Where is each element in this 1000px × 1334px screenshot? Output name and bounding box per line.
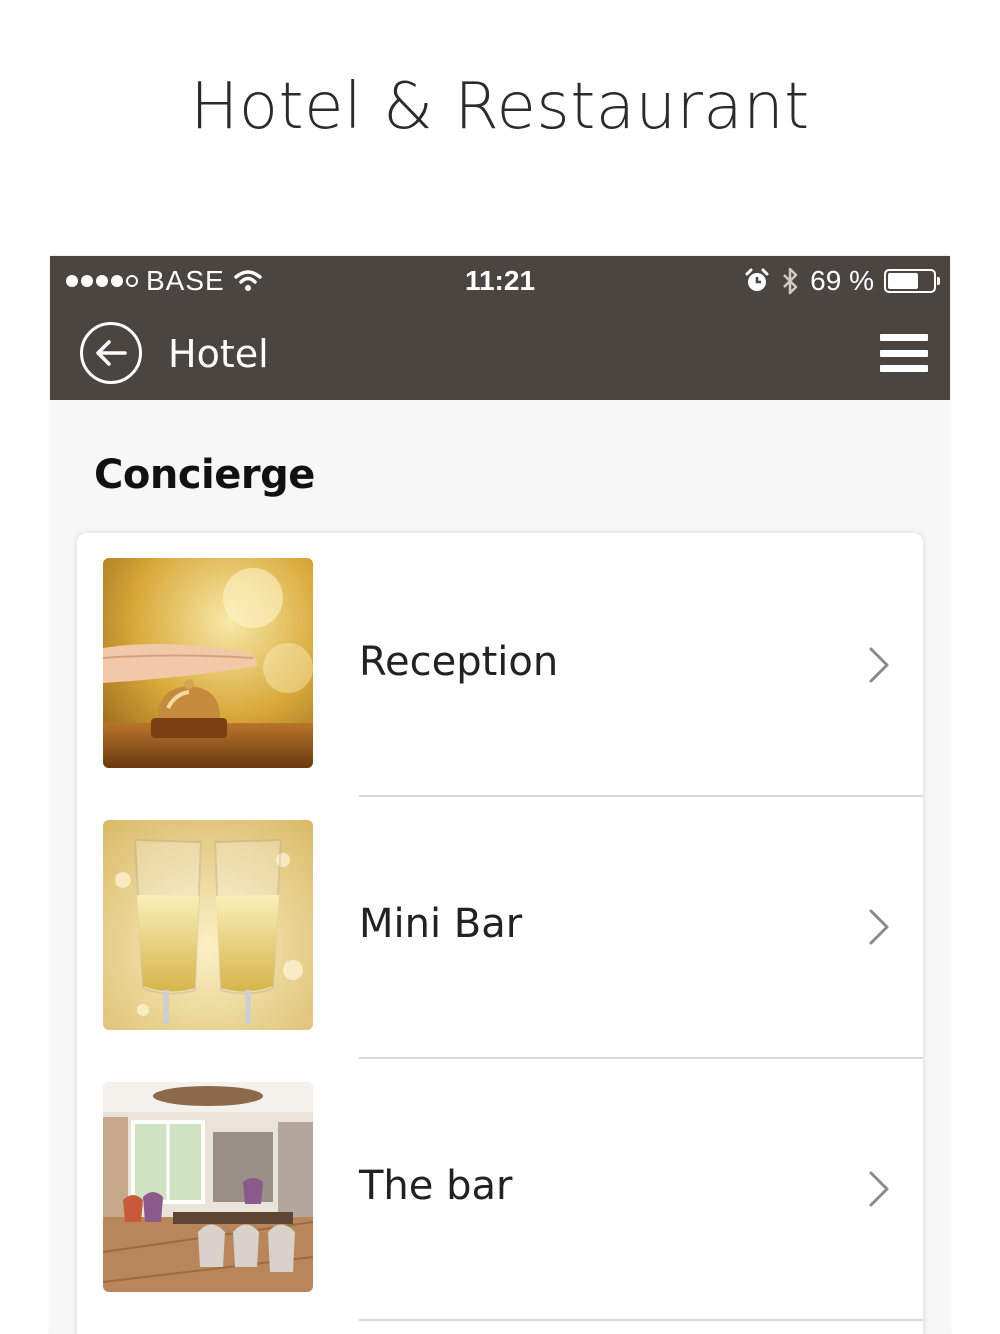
list-item-reception[interactable]: Reception bbox=[77, 533, 923, 797]
item-label: The bar bbox=[359, 1163, 513, 1209]
list-item-mini-bar[interactable]: Mini Bar bbox=[77, 795, 923, 1059]
status-right: 69 % bbox=[744, 265, 940, 297]
item-label: Reception bbox=[359, 639, 559, 685]
reception-bell-image bbox=[103, 558, 313, 768]
item-label: Mini Bar bbox=[359, 901, 523, 947]
chevron-right-icon bbox=[869, 647, 889, 683]
chevron-right-icon bbox=[869, 1171, 889, 1207]
battery-icon bbox=[884, 269, 940, 293]
nav-title: Hotel bbox=[168, 332, 269, 376]
navigation-bar: Hotel bbox=[50, 306, 950, 400]
battery-percent: 69 % bbox=[810, 265, 874, 296]
back-arrow-icon bbox=[96, 340, 127, 366]
phone-screen: BASE 11:21 69 % Hotel Concierge Receptio… bbox=[50, 256, 950, 1334]
bar-interior-image bbox=[103, 1082, 313, 1292]
promo-title: Hotel & Restaurant bbox=[190, 70, 810, 144]
back-button[interactable] bbox=[80, 322, 142, 384]
section-heading: Concierge bbox=[94, 452, 315, 498]
champagne-glasses-image bbox=[103, 820, 313, 1030]
chevron-right-icon bbox=[869, 909, 889, 945]
concierge-list: Reception Mini Bar The bar bbox=[77, 533, 923, 1334]
hamburger-menu-icon[interactable] bbox=[880, 334, 928, 372]
list-item-the-bar[interactable]: The bar bbox=[77, 1057, 923, 1321]
list-divider bbox=[359, 1319, 923, 1321]
status-bar: BASE 11:21 69 % bbox=[50, 256, 950, 306]
alarm-icon bbox=[745, 268, 769, 291]
bluetooth-icon bbox=[783, 267, 798, 295]
